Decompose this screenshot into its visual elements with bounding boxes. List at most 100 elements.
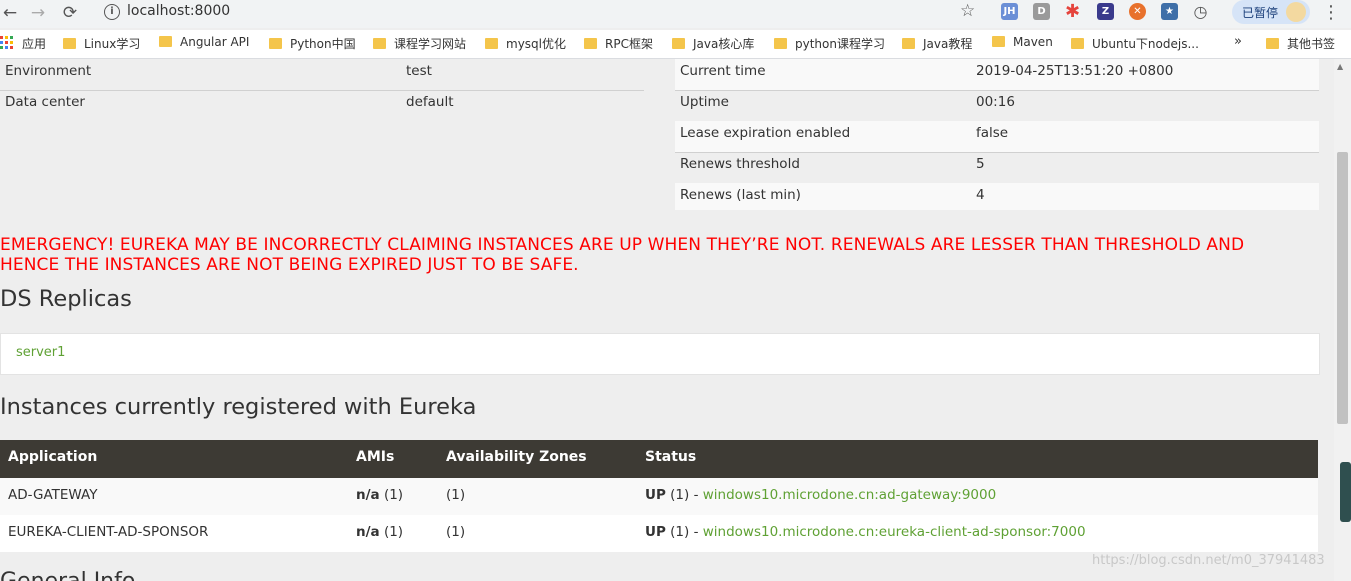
status-value: UP (645, 487, 666, 503)
bookmark-label: mysql优化 (506, 37, 566, 51)
extension-d-icon[interactable]: D (1033, 3, 1050, 20)
status-value: UP (645, 524, 666, 540)
instance-link[interactable]: windows10.microdone.cn:eureka-client-ad-… (703, 524, 1086, 540)
datacenter-value: default (406, 94, 454, 110)
zones-cell: (1) (446, 524, 466, 540)
folder-icon (269, 38, 282, 49)
instance-link[interactable]: windows10.microdone.cn:ad-gateway:9000 (703, 487, 996, 503)
folder-icon (1266, 38, 1279, 49)
extension-z-icon[interactable]: Z (1097, 3, 1114, 20)
profile-label: 已暂停 (1242, 6, 1279, 20)
ds-replicas-heading: DS Replicas (0, 286, 132, 312)
extension-star-box-icon[interactable]: ★ (1161, 3, 1178, 20)
bookmark-item[interactable]: Python中国 (269, 35, 356, 52)
address-bar[interactable]: i localhost:8000 ☆ (94, 0, 986, 25)
folder-icon (159, 36, 172, 47)
bookmark-item[interactable]: Linux学习 (63, 35, 140, 52)
zones-cell: (1) (446, 487, 466, 503)
bookmark-label: RPC框架 (605, 37, 653, 51)
emergency-line-2: HENCE THE INSTANCES ARE NOT BEING EXPIRE… (0, 254, 579, 275)
profile-button[interactable]: 已暂停 (1232, 0, 1310, 24)
ds-replicas-list: server1 (0, 333, 1320, 375)
instances-heading: Instances currently registered with Eure… (0, 394, 477, 420)
datacenter-label: Data center (5, 94, 85, 110)
extension-orange-icon[interactable]: ✕ (1129, 3, 1146, 20)
amis-cell: n/a (1) (356, 524, 403, 540)
status-label: Lease expiration enabled (680, 125, 851, 141)
avatar-icon (1286, 2, 1306, 22)
history-clock-icon[interactable]: ◷ (1192, 3, 1209, 20)
apps-grid-icon[interactable] (0, 36, 14, 50)
status-value: 2019-04-25T13:51:20 +0800 (976, 63, 1174, 79)
env-value: test (406, 63, 432, 79)
folder-icon (1071, 38, 1084, 49)
bookmark-item[interactable]: mysql优化 (485, 35, 566, 52)
col-application: Application (8, 449, 98, 465)
bookmark-label: Linux学习 (84, 37, 141, 51)
bookmark-label: Angular API (180, 35, 250, 49)
application-name: AD-GATEWAY (8, 487, 98, 503)
emergency-line-1: EMERGENCY! EUREKA MAY BE INCORRECTLY CLA… (0, 235, 1245, 255)
bookmark-label: 其他书签 (1287, 37, 1336, 51)
status-cell: UP (1) - windows10.microdone.cn:ad-gatew… (645, 487, 996, 503)
status-value: false (976, 125, 1009, 141)
amis-value: n/a (356, 487, 380, 503)
url-text: localhost:8000 (127, 3, 231, 19)
bookmark-item[interactable]: Java教程 (902, 35, 972, 52)
bookmark-label: python课程学习 (795, 37, 885, 51)
forward-arrow-icon[interactable]: → (28, 3, 48, 23)
env-row: Environment test (0, 59, 644, 91)
bookmark-label: Maven (1013, 35, 1053, 49)
status-label: Renews threshold (680, 156, 800, 172)
status-value: 5 (976, 156, 985, 172)
back-arrow-icon[interactable]: ← (0, 3, 20, 23)
bookmark-label: Python中国 (290, 37, 356, 51)
bookmark-label: Java核心库 (693, 37, 755, 51)
status-row: Current time 2019-04-25T13:51:20 +0800 (675, 59, 1319, 91)
folder-icon (63, 38, 76, 49)
replica-link-server1[interactable]: server1 (16, 345, 65, 360)
bookmark-item[interactable]: Angular API (159, 35, 249, 49)
side-widget[interactable] (1340, 462, 1351, 522)
bookmark-item[interactable]: Ubuntu下nodejs... (1071, 35, 1199, 52)
browser-menu-icon[interactable]: ⋮ (1322, 2, 1340, 23)
browser-toolbar: ← → ⟳ i localhost:8000 ☆ JH D ✱ Z ✕ ★ ◷ … (0, 0, 1351, 28)
instances-table-header: Application AMIs Availability Zones Stat… (0, 440, 1318, 478)
bookmark-item[interactable]: Java核心库 (672, 35, 754, 52)
extension-pinwheel-icon[interactable]: ✱ (1064, 3, 1081, 21)
scroll-up-arrow-icon[interactable]: ▲ (1337, 62, 1343, 71)
emergency-warning: EMERGENCY! EUREKA MAY BE INCORRECTLY CLA… (0, 235, 1330, 275)
datacenter-row: Data center default (0, 90, 644, 121)
reload-icon[interactable]: ⟳ (60, 3, 80, 23)
col-amis: AMIs (356, 449, 395, 465)
eureka-dashboard: Environment test Data center default Cur… (0, 59, 1334, 581)
bookmark-star-icon[interactable]: ☆ (960, 1, 975, 21)
status-row: Renews threshold 5 (675, 152, 1319, 184)
status-row: Lease expiration enabled false (675, 121, 1319, 153)
watermark: https://blog.csdn.net/m0_37941483 (1092, 553, 1325, 568)
bookmark-item[interactable]: 课程学习网站 (373, 35, 466, 52)
extension-jh-icon[interactable]: JH (1001, 3, 1018, 20)
folder-icon (672, 38, 685, 49)
amis-cell: n/a (1) (356, 487, 403, 503)
folder-icon (902, 38, 915, 49)
bookmark-item[interactable]: Maven (992, 35, 1053, 49)
env-label: Environment (5, 63, 92, 79)
general-info-heading: General Info (0, 569, 135, 581)
status-cell: UP (1) - windows10.microdone.cn:eureka-c… (645, 524, 1086, 540)
scrollbar-thumb[interactable] (1337, 152, 1348, 424)
amis-count: (1) (379, 524, 404, 540)
status-label: Uptime (680, 94, 729, 110)
folder-icon (774, 38, 787, 49)
bookmark-other[interactable]: 其他书签 (1266, 35, 1335, 52)
bookmark-item[interactable]: RPC框架 (584, 35, 653, 52)
col-availability-zones: Availability Zones (446, 449, 587, 465)
folder-icon (584, 38, 597, 49)
bookmark-apps[interactable]: 应用 (22, 35, 46, 52)
bookmark-item[interactable]: python课程学习 (774, 35, 885, 52)
bookmarks-bar: 应用 Linux学习 Angular API Python中国 课程学习网站 m… (0, 30, 1351, 59)
bookmarks-overflow-button[interactable]: » (1234, 34, 1242, 49)
table-row: EUREKA-CLIENT-AD-SPONSOR n/a (1) (1) UP … (0, 515, 1318, 552)
site-info-icon[interactable]: i (104, 4, 120, 20)
bookmark-label: Java教程 (923, 37, 973, 51)
